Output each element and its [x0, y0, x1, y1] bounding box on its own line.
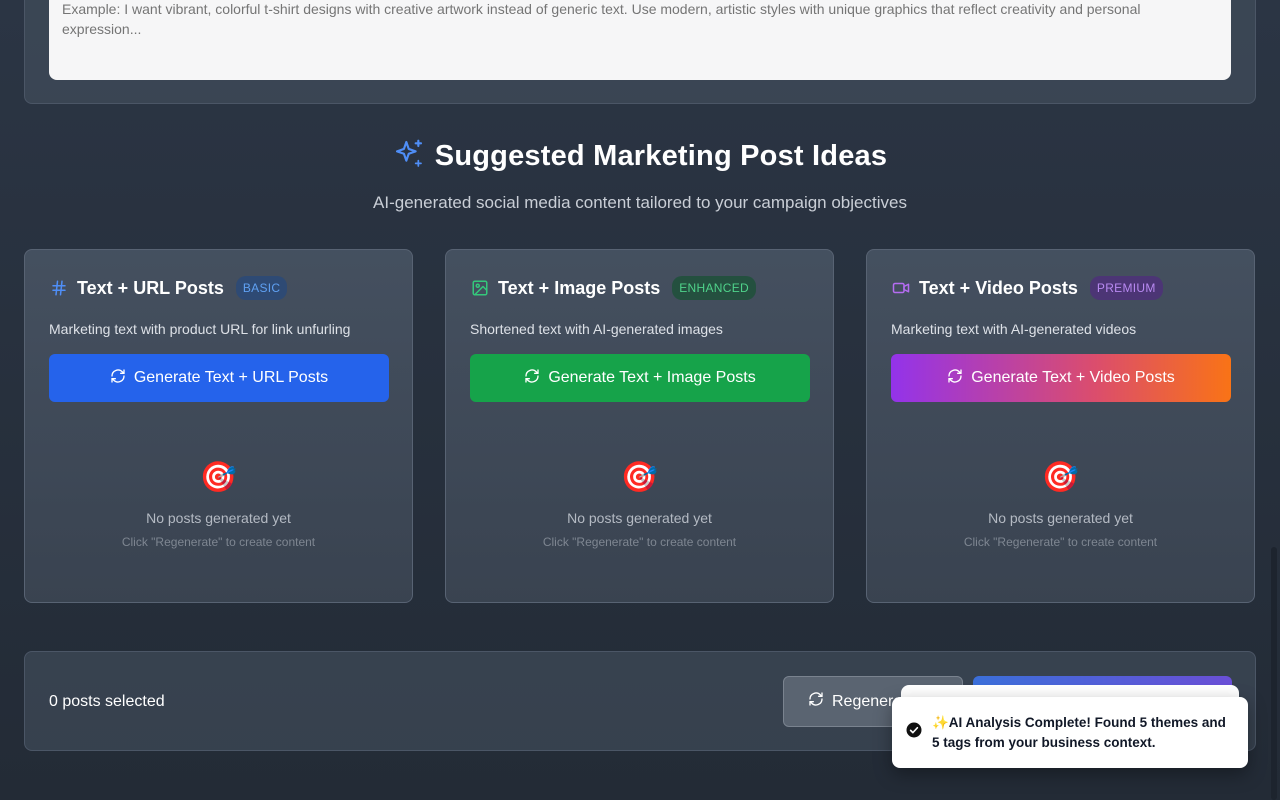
empty-state: 🎯 No posts generated yet Click "Regenera…	[25, 460, 412, 549]
generate-text-image-button[interactable]: Generate Text + Image Posts	[470, 354, 810, 402]
generate-text-url-button[interactable]: Generate Text + URL Posts	[49, 354, 389, 402]
empty-title: No posts generated yet	[146, 510, 291, 526]
card-text-url: Text + URL Posts BASIC Marketing text wi…	[24, 249, 413, 603]
empty-state: 🎯 No posts generated yet Click "Regenera…	[446, 460, 833, 549]
section-header: Suggested Marketing Post Ideas	[0, 136, 1280, 176]
target-icon: 🎯	[199, 461, 238, 494]
refresh-icon	[524, 368, 540, 389]
toast-message: ✨AI Analysis Complete! Found 5 themes an…	[932, 714, 1226, 750]
button-label: Generate Text + Video Posts	[971, 369, 1175, 386]
empty-hint: Click "Regenerate" to create content	[121, 535, 316, 549]
card-text-image: Text + Image Posts ENHANCED Shortened te…	[445, 249, 834, 603]
card-title: Text + URL Posts	[77, 277, 224, 298]
target-icon: 🎯	[620, 461, 659, 494]
campaign-prompt-textarea[interactable]	[49, 0, 1231, 80]
video-icon	[891, 278, 911, 298]
section-subtitle: AI-generated social media content tailor…	[373, 193, 907, 212]
campaign-prompt-panel	[24, 0, 1256, 104]
empty-hint: Click "Regenerate" to create content	[542, 535, 737, 549]
page-scrollbar[interactable]	[1271, 547, 1277, 800]
generate-text-video-button[interactable]: Generate Text + Video Posts	[891, 354, 1231, 402]
card-header: Text + Image Posts ENHANCED	[470, 275, 756, 301]
toast-notification[interactable]: ✨AI Analysis Complete! Found 5 themes an…	[892, 697, 1248, 768]
refresh-icon	[947, 368, 963, 389]
empty-title: No posts generated yet	[988, 510, 1133, 526]
empty-title: No posts generated yet	[567, 510, 712, 526]
card-description: Marketing text with product URL for link…	[49, 321, 351, 337]
button-label: Generate Text + URL Posts	[133, 369, 329, 386]
selected-count: 0 posts selected	[49, 693, 165, 710]
empty-hint: Click "Regenerate" to create content	[963, 535, 1158, 549]
sparkles-icon	[393, 138, 425, 175]
card-title: Text + Image Posts	[498, 277, 661, 298]
empty-state: 🎯 No posts generated yet Click "Regenera…	[867, 460, 1254, 549]
tier-badge: ENHANCED	[672, 276, 756, 300]
card-description: Shortened text with AI-generated images	[470, 321, 723, 337]
card-header: Text + URL Posts BASIC	[49, 275, 288, 301]
section-title: Suggested Marketing Post Ideas	[434, 139, 888, 172]
image-icon	[470, 278, 490, 298]
card-header: Text + Video Posts PREMIUM	[891, 275, 1163, 301]
check-circle-icon	[905, 721, 923, 744]
card-title: Text + Video Posts	[919, 277, 1078, 298]
tier-badge: PREMIUM	[1089, 276, 1163, 300]
button-label: Generate Text + Image Posts	[548, 369, 756, 386]
tier-badge: BASIC	[235, 276, 288, 300]
refresh-icon	[808, 691, 824, 712]
card-description: Marketing text with AI-generated videos	[891, 321, 1137, 337]
card-text-video: Text + Video Posts PREMIUM Marketing tex…	[866, 249, 1255, 603]
refresh-icon	[110, 368, 126, 389]
target-icon: 🎯	[1041, 461, 1080, 494]
hash-icon	[49, 278, 69, 298]
